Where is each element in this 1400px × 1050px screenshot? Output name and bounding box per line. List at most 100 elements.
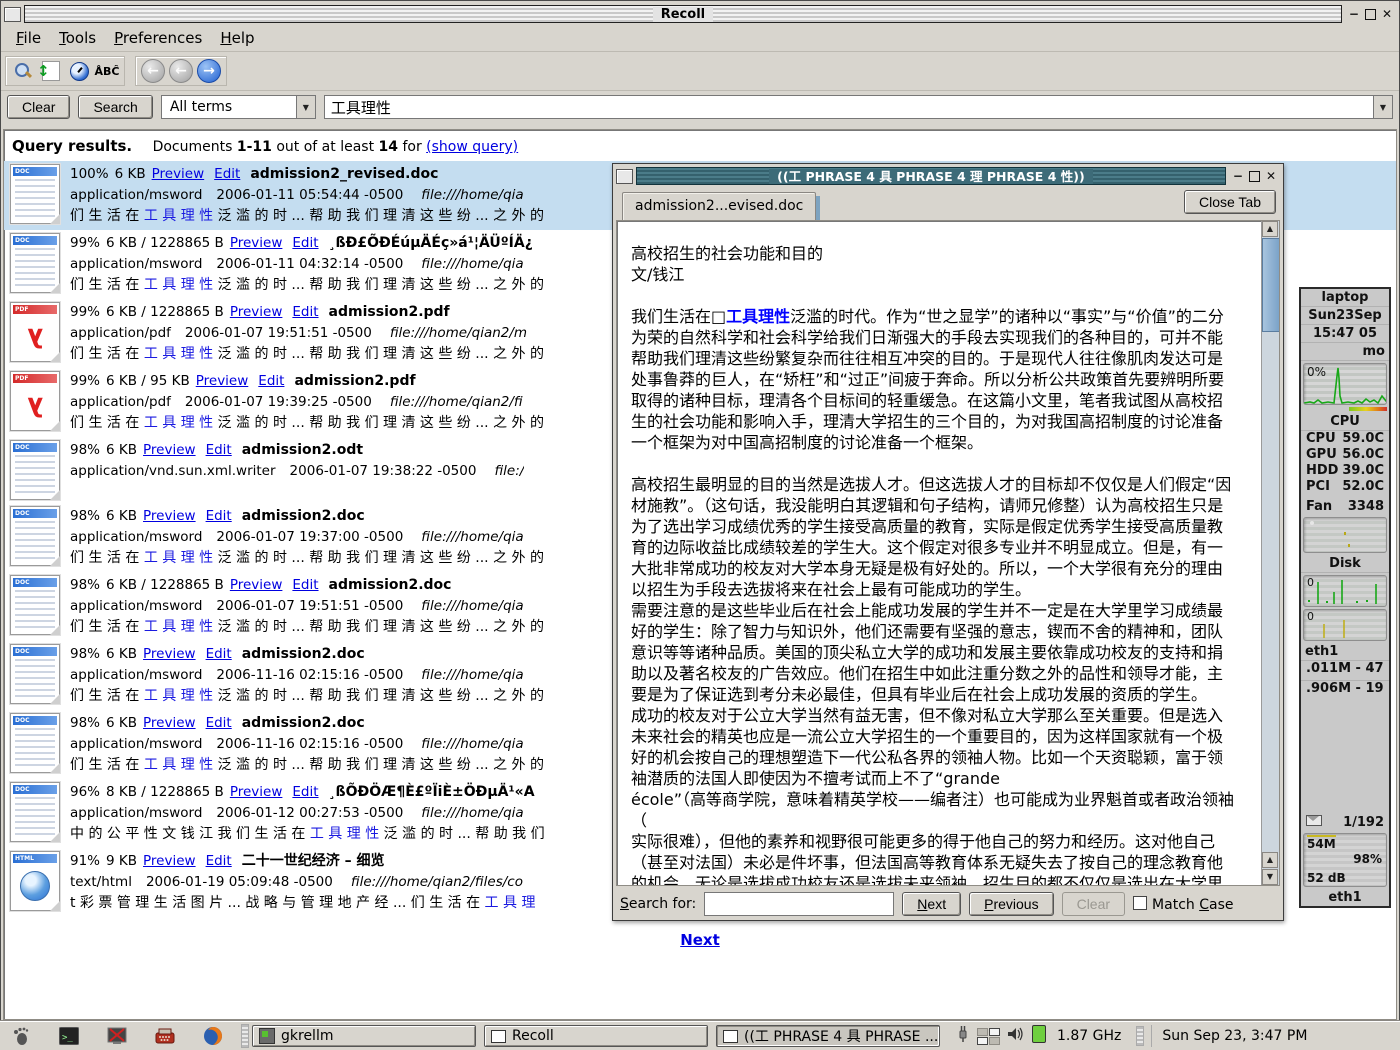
snippet: 们 生 活 在 工 具 理 性 泛 滥 的 时 ... 帮 助 我 们 理 清 …	[70, 686, 544, 707]
disk-chart-2[interactable]: 0	[1303, 609, 1387, 641]
wifi-panel[interactable]: 54M 98% 52 dB	[1303, 833, 1387, 887]
edit-link[interactable]: Edit	[206, 442, 232, 458]
preview-link[interactable]: Preview	[143, 646, 196, 662]
show-query-link[interactable]: (show query)	[426, 139, 518, 155]
snippet: 们 生 活 在 工 具 理 性 泛 滥 的 时 ... 帮 助 我 们 理 清 …	[70, 206, 544, 227]
desktop: Recoll − ✕ File Tools Preferences Help Å…	[0, 0, 1400, 1050]
preview-link[interactable]: Preview	[143, 442, 196, 458]
disk-section-title: Disk	[1301, 555, 1389, 573]
preview-link[interactable]: Preview	[230, 577, 283, 593]
relevance-percent: 98%	[70, 646, 100, 662]
preview-text-area[interactable]: 高校招生的社会功能和目的 文/钱江我们生活在□工具理性泛滥的时代。作为“世之显学…	[616, 220, 1280, 886]
find-next-button[interactable]: Next	[902, 892, 961, 916]
file-url: file:///home/qian2/m	[390, 325, 527, 341]
maximize-icon[interactable]	[1249, 171, 1260, 182]
minimize-icon[interactable]: −	[1349, 7, 1359, 21]
cpu-chart[interactable]: 0%	[1303, 363, 1387, 405]
minimize-icon[interactable]: −	[1233, 169, 1243, 183]
preview-link[interactable]: Preview	[143, 508, 196, 524]
menu-file[interactable]: File	[7, 27, 50, 49]
terminal-icon[interactable]: >_	[58, 1025, 80, 1047]
main-titlebar[interactable]: Recoll	[24, 5, 1342, 23]
workspace-pager[interactable]	[977, 1028, 1000, 1045]
prev-page-button[interactable]: ←	[168, 59, 194, 83]
edit-link[interactable]: Edit	[292, 577, 318, 593]
search-input[interactable]	[325, 96, 1373, 118]
edit-link[interactable]: Edit	[292, 304, 318, 320]
edit-link[interactable]: Edit	[206, 646, 232, 662]
edit-link[interactable]: Edit	[206, 715, 232, 731]
scrollbar-thumb[interactable]	[1262, 238, 1280, 332]
relevance-percent: 98%	[70, 508, 100, 524]
mime-type: application/msword	[70, 598, 202, 614]
fan-chart[interactable]	[1303, 517, 1387, 553]
preview-link[interactable]: Preview	[143, 853, 196, 869]
preview-tab[interactable]: admission2...evised.doc	[622, 192, 816, 220]
relevance-percent: 99%	[70, 373, 100, 389]
temp-row: PCI52.0C	[1301, 479, 1389, 495]
clear-button[interactable]: Clear	[7, 95, 70, 119]
find-input[interactable]	[704, 892, 894, 916]
window-menu-icon[interactable]	[616, 169, 633, 184]
edit-link[interactable]: Edit	[258, 373, 284, 389]
find-previous-button[interactable]: Previous	[969, 892, 1053, 916]
search-button[interactable]: Search	[78, 95, 152, 119]
edit-link[interactable]: Edit	[214, 166, 240, 182]
menu-preferences[interactable]: Preferences	[105, 27, 211, 49]
file-date: 2006-01-11 04:32:14 -0500	[216, 256, 403, 272]
close-icon[interactable]: ✕	[1266, 169, 1276, 183]
relevance-percent: 98%	[70, 715, 100, 731]
preview-link[interactable]: Preview	[230, 304, 283, 320]
cpu-battery-icon[interactable]	[1032, 1025, 1046, 1047]
firefox-icon[interactable]	[202, 1025, 224, 1047]
panel-handle[interactable]	[1136, 1026, 1144, 1046]
maximize-icon[interactable]	[1365, 9, 1376, 20]
preview-link[interactable]: Preview	[230, 235, 283, 251]
gnome-foot-icon[interactable]	[10, 1025, 32, 1047]
edit-link[interactable]: Edit	[292, 784, 318, 800]
edit-link[interactable]: Edit	[206, 508, 232, 524]
disk-chart-1[interactable]: 0	[1303, 575, 1387, 607]
preview-link[interactable]: Preview	[230, 784, 283, 800]
file-type-icon: DOC	[10, 164, 60, 224]
sort-params-icon[interactable]	[38, 59, 64, 83]
search-row: Clear Search All terms ▼ ▼	[1, 91, 1399, 123]
menu-tools[interactable]: Tools	[50, 27, 105, 49]
match-case-checkbox[interactable]: Match Case	[1133, 896, 1233, 913]
typewriter-icon[interactable]	[154, 1025, 176, 1047]
task-button-preview[interactable]: ((工 PHRASE 4 具 PHRASE ...	[716, 1025, 940, 1047]
first-page-button[interactable]: ←	[140, 59, 166, 83]
scroll-up-icon[interactable]: ▲	[1262, 852, 1278, 868]
preview-link[interactable]: Preview	[152, 166, 205, 182]
sort-by-date-icon[interactable]	[66, 59, 92, 83]
taskbar-clock[interactable]: Sun Sep 23, 3:47 PM	[1151, 1025, 1319, 1047]
next-page-button[interactable]: →	[196, 59, 222, 83]
panel-handle[interactable]	[241, 1024, 249, 1048]
hostname: laptop	[1301, 289, 1389, 307]
scroll-down-icon[interactable]: ▼	[1262, 869, 1278, 885]
window-menu-icon[interactable]	[4, 7, 21, 22]
close-tab-button[interactable]: Close Tab	[1184, 190, 1276, 214]
edit-link[interactable]: Edit	[206, 853, 232, 869]
preview-titlebar[interactable]: ((工 PHRASE 4 具 PHRASE 4 理 PHRASE 4 性))	[636, 167, 1226, 185]
preview-link[interactable]: Preview	[143, 715, 196, 731]
preview-link[interactable]: Preview	[196, 373, 249, 389]
scroll-up-icon[interactable]: ▲	[1262, 221, 1278, 237]
preview-document-text: 高校招生的社会功能和目的 文/钱江我们生活在□工具理性泛滥的时代。作为“世之显学…	[631, 243, 1235, 886]
relevance-percent: 100%	[70, 166, 109, 182]
search-mode-select[interactable]: All terms ▼	[161, 95, 316, 119]
task-button-gkrellm[interactable]: gkrellm	[252, 1025, 476, 1047]
power-plug-icon[interactable]	[956, 1025, 970, 1047]
chevron-down-icon[interactable]: ▼	[1373, 96, 1392, 118]
close-icon[interactable]: ✕	[1382, 7, 1392, 21]
next-page-link[interactable]: Next	[680, 931, 720, 949]
screenlock-icon[interactable]	[106, 1025, 128, 1047]
speaker-icon[interactable]	[1007, 1026, 1025, 1046]
menu-help[interactable]: Help	[211, 27, 263, 49]
preview-search-icon[interactable]	[10, 59, 36, 83]
preview-scrollbar[interactable]: ▲ ▲ ▼	[1261, 221, 1279, 885]
task-button-recoll[interactable]: Recoll	[484, 1025, 708, 1047]
file-date: 2006-01-07 19:38:22 -0500	[290, 463, 477, 479]
term-explorer-icon[interactable]: ÅBĈ	[94, 59, 120, 83]
edit-link[interactable]: Edit	[292, 235, 318, 251]
